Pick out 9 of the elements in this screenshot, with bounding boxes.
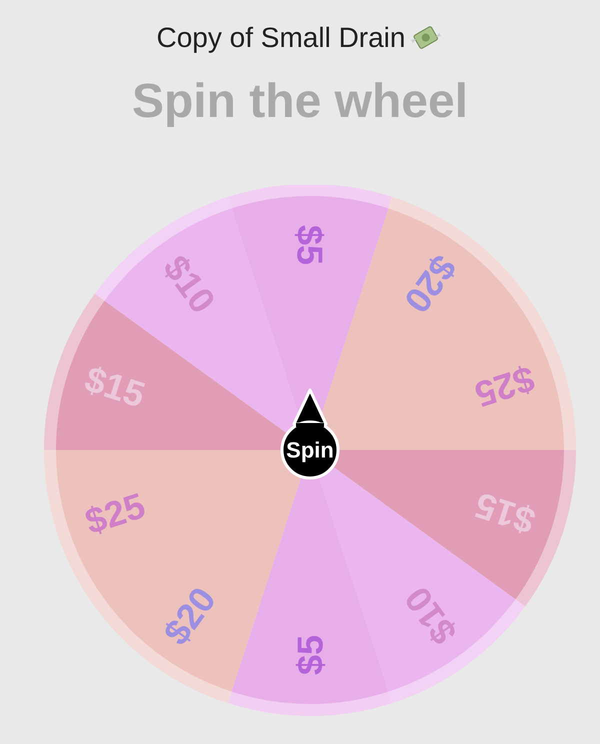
prize-label: $25 [470, 358, 540, 416]
prize-label: $5 [290, 224, 330, 266]
heading: Spin the wheel [132, 74, 468, 130]
money-icon [409, 24, 444, 52]
prize-label: $20 [155, 580, 224, 652]
prize-label: $20 [396, 248, 465, 320]
page-title: Copy of Small Drain [156, 21, 406, 55]
prize-label: $5 [290, 634, 330, 676]
prize-label: $25 [80, 484, 150, 542]
